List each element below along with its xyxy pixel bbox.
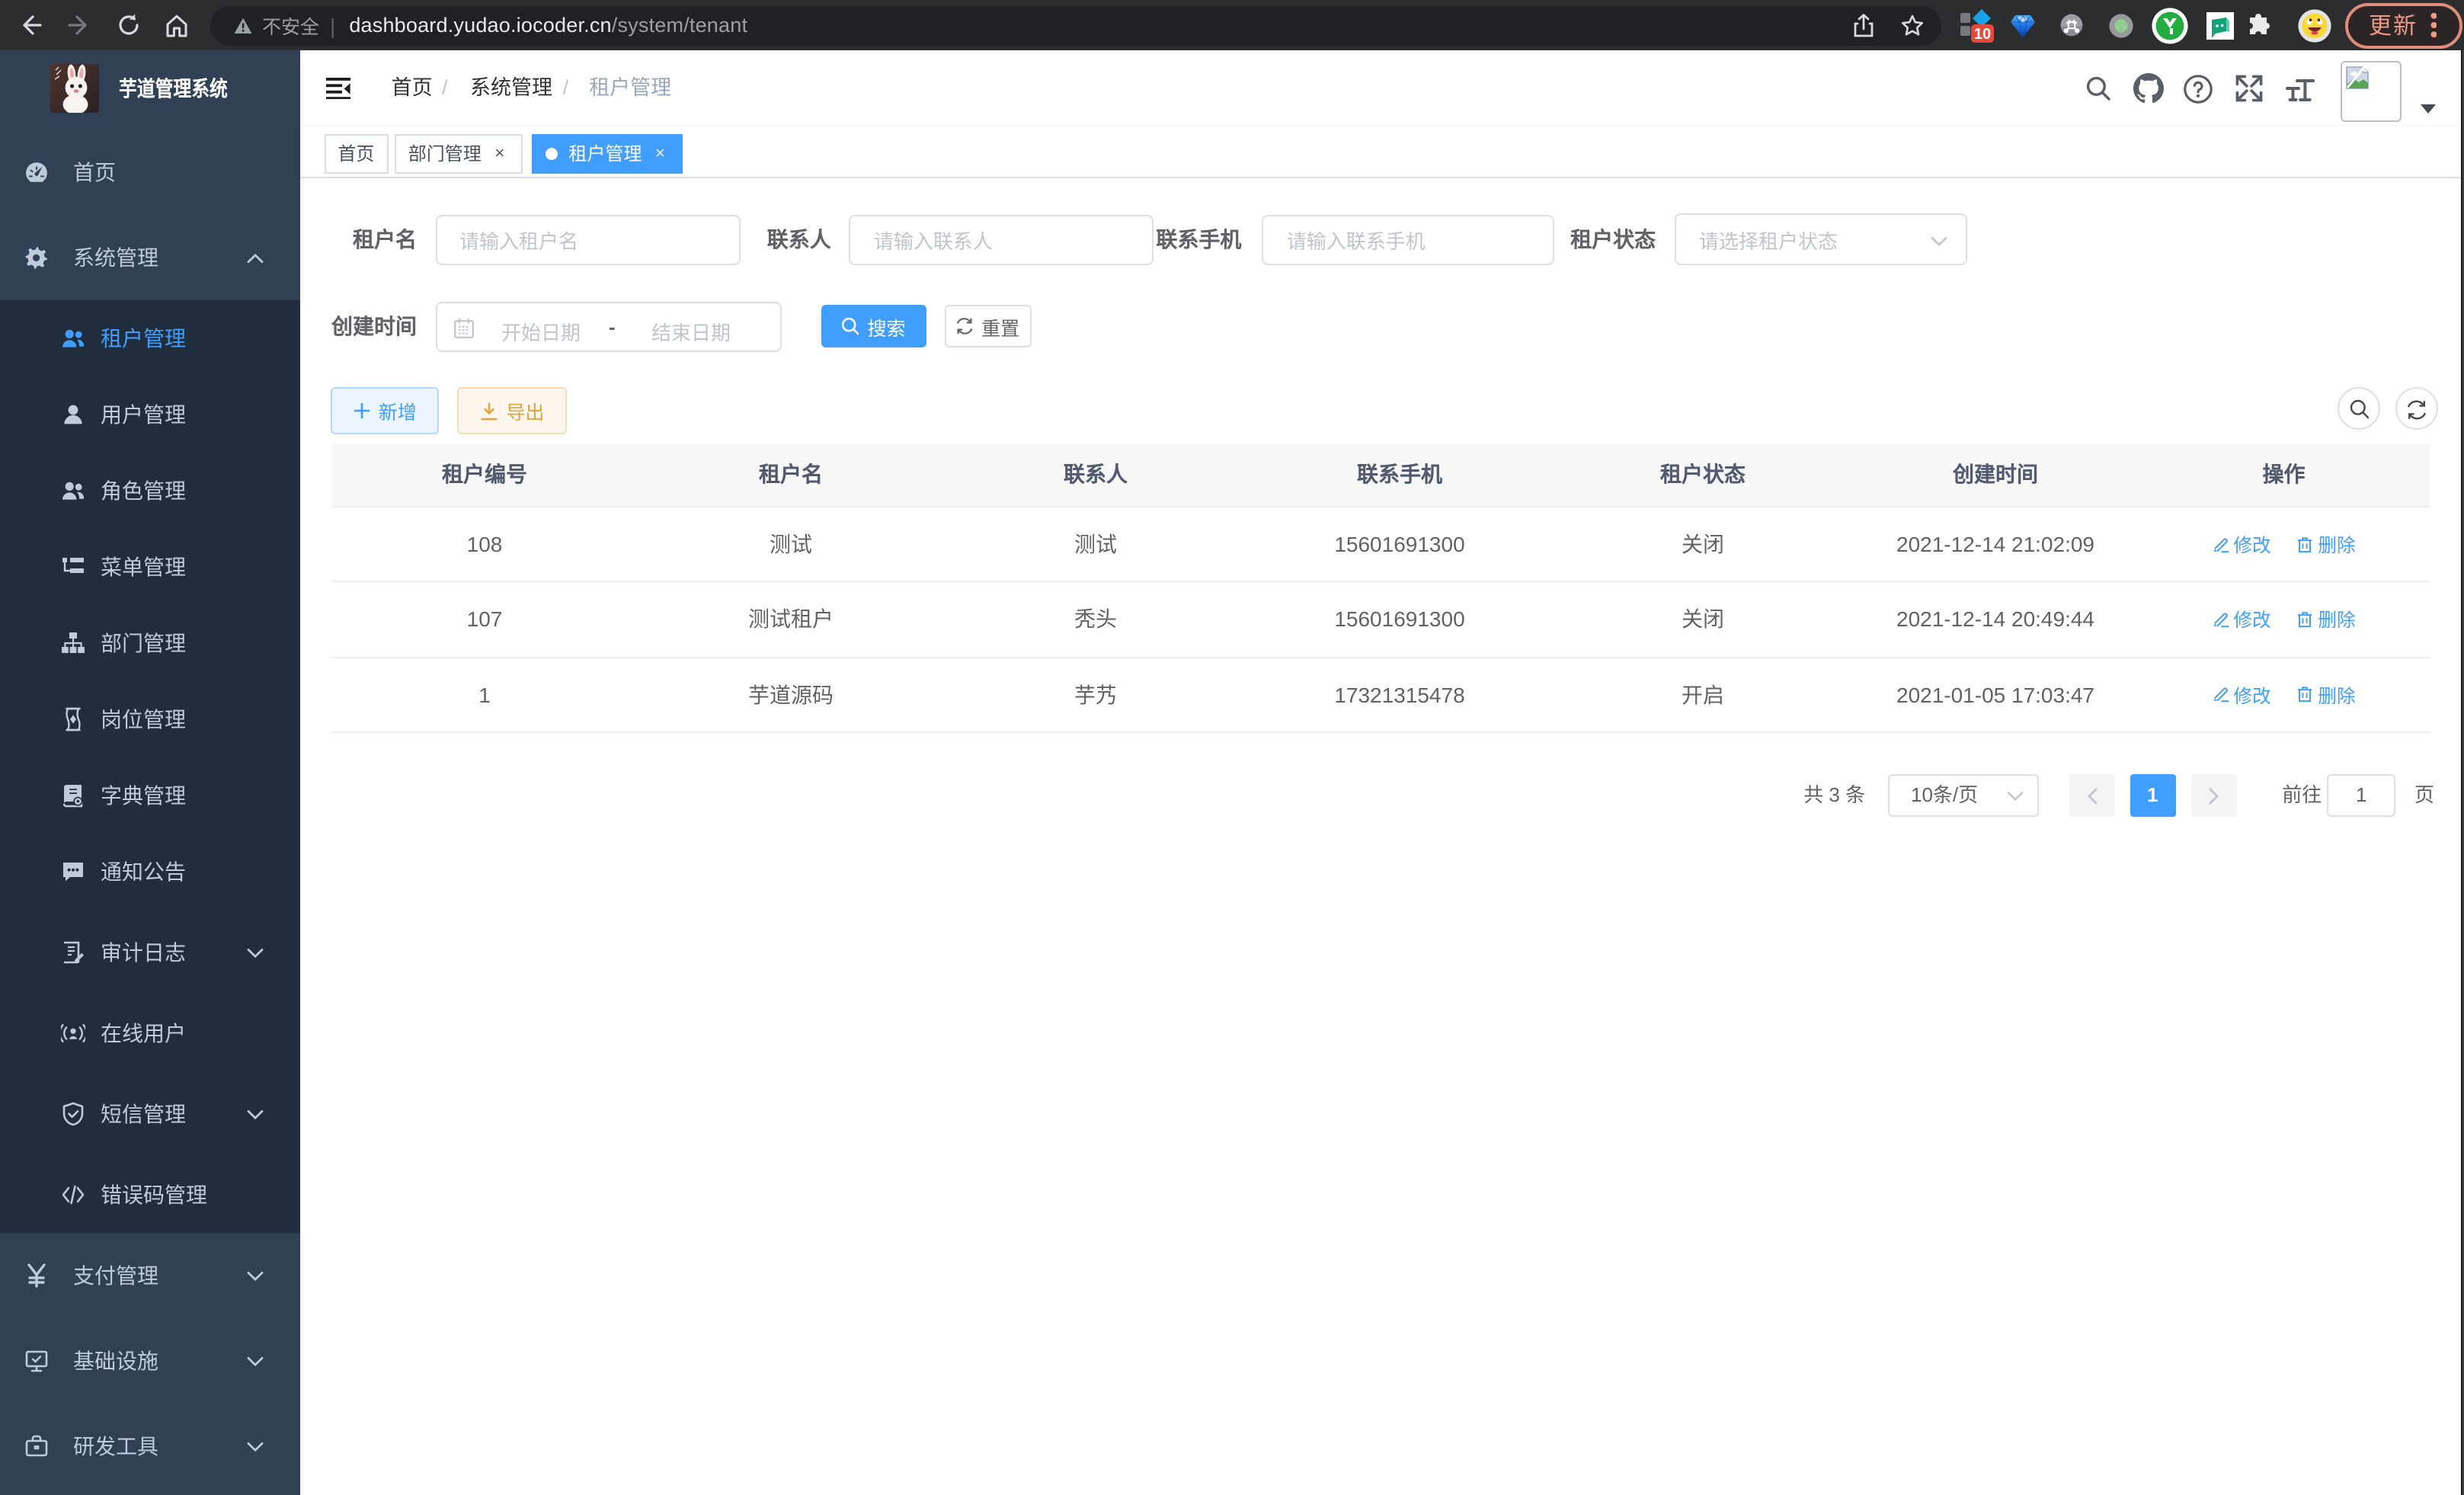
svg-text:10: 10 [1974,25,1991,42]
